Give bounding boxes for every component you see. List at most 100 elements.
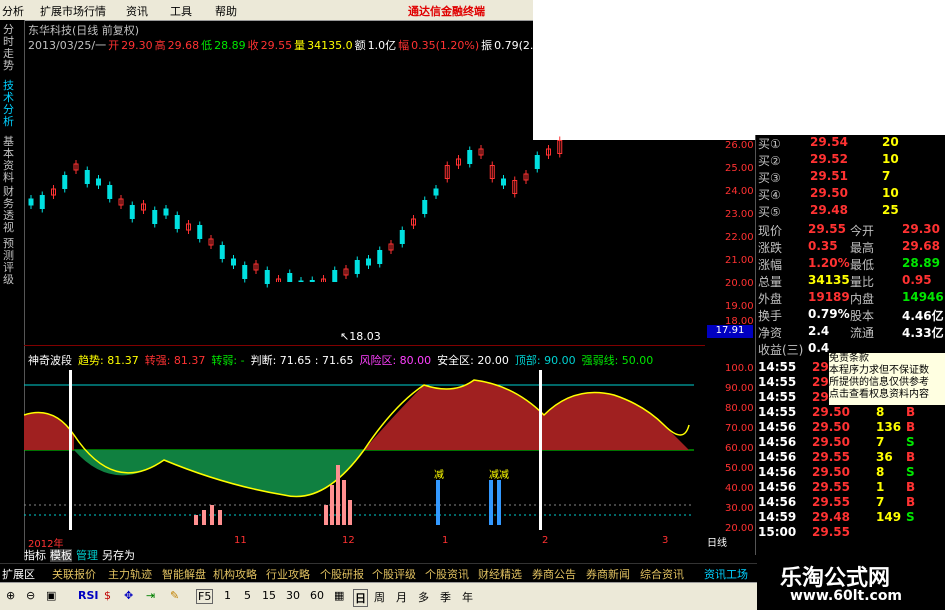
axis-tick: 19.00 bbox=[725, 301, 754, 312]
indicator-chart[interactable]: 减 减减 bbox=[24, 365, 705, 535]
vol-value: 34135.0 bbox=[307, 39, 353, 52]
bid-volume: 20 bbox=[882, 135, 899, 149]
x-tick: 2 bbox=[542, 535, 549, 546]
tab-basic-info[interactable]: 基本资料 bbox=[3, 136, 19, 184]
window-icon[interactable]: ▣ bbox=[46, 589, 56, 602]
tick-row: 15:00 29.55 bbox=[758, 525, 944, 542]
period-1[interactable]: 1 bbox=[224, 589, 231, 602]
period-30[interactable]: 30 bbox=[286, 589, 300, 602]
link-item[interactable]: 行业攻略 bbox=[266, 566, 310, 582]
zoom-icon[interactable]: ⊕ bbox=[6, 589, 15, 602]
link-item[interactable]: 券商新闻 bbox=[586, 566, 630, 582]
amt-label: 额 bbox=[354, 39, 366, 52]
x-tick: 1 bbox=[442, 535, 449, 546]
bid-volume: 7 bbox=[882, 169, 891, 183]
candle-body bbox=[107, 185, 113, 199]
stat-label: 换手 bbox=[758, 309, 783, 323]
period-60[interactable]: 60 bbox=[310, 589, 324, 602]
menu-tools[interactable]: 工具 bbox=[170, 3, 192, 19]
period-15[interactable]: 15 bbox=[262, 589, 276, 602]
tooltip-line: 所提供的信息仅供参考 bbox=[829, 377, 929, 388]
link-item[interactable]: 关联报价 bbox=[52, 566, 96, 582]
tick-side: B bbox=[906, 450, 916, 464]
candle-body bbox=[96, 178, 101, 186]
link-item[interactable]: 财经精选 bbox=[478, 566, 522, 582]
period-multi[interactable]: 多 bbox=[418, 589, 429, 605]
pencil-icon[interactable]: ✎ bbox=[170, 589, 179, 602]
exit-icon[interactable]: ⇥ bbox=[146, 589, 155, 602]
link-item[interactable]: 扩展区 bbox=[2, 566, 35, 582]
period-week[interactable]: 周 bbox=[374, 589, 385, 605]
menu-help[interactable]: 帮助 bbox=[215, 3, 237, 19]
tick-side: B bbox=[906, 495, 916, 509]
tab-indicator[interactable]: 指标 bbox=[24, 549, 46, 562]
stat-label: 收益(三) bbox=[758, 343, 804, 357]
candle-body bbox=[354, 260, 360, 274]
period-5[interactable]: 5 bbox=[244, 589, 251, 602]
period-label[interactable]: 日线 bbox=[707, 534, 753, 549]
stat-label: 涨幅 bbox=[758, 258, 783, 272]
stat-label: 流通 bbox=[850, 326, 875, 340]
date-value: 2013/03/25/一 bbox=[28, 39, 107, 52]
candle-body bbox=[231, 258, 236, 266]
candle-body bbox=[129, 205, 135, 219]
bid-price: 29.48 bbox=[810, 203, 848, 217]
tab-save-as[interactable]: 另存为 bbox=[102, 549, 135, 562]
dollar-icon[interactable]: $ bbox=[104, 589, 111, 602]
candlestick-chart[interactable] bbox=[24, 52, 705, 344]
bid-row: 买② 29.52 10 bbox=[758, 152, 944, 169]
link-item[interactable]: 资讯工场 bbox=[704, 566, 748, 582]
f5-button[interactable]: F5 bbox=[196, 589, 214, 604]
axis-tick: 25.00 bbox=[725, 163, 754, 174]
link-item[interactable]: 机构攻略 bbox=[213, 566, 257, 582]
stat-value: 0.35 bbox=[808, 239, 838, 253]
stat-value: 0.79% bbox=[808, 307, 850, 321]
menu-info[interactable]: 资讯 bbox=[126, 3, 148, 19]
link-item[interactable]: 个股评级 bbox=[372, 566, 416, 582]
high-label: 高 bbox=[154, 39, 166, 52]
stat-value: 29.68 bbox=[902, 239, 940, 253]
tick-time: 14:59 bbox=[758, 510, 797, 524]
period-day[interactable]: 日 bbox=[353, 589, 368, 607]
menu-analysis[interactable]: 分析 bbox=[2, 3, 24, 19]
tab-template[interactable]: 模板 bbox=[50, 549, 72, 562]
stat-value: 14946 bbox=[902, 290, 944, 304]
marker-jian-1: 减 bbox=[434, 469, 444, 481]
x-axis: 2012年 11 12 1 2 3 bbox=[24, 535, 705, 550]
link-item[interactable]: 智能解盘 bbox=[162, 566, 206, 582]
tab-intraday[interactable]: 分时走势 bbox=[3, 24, 19, 72]
high-value: 29.68 bbox=[167, 39, 200, 52]
tick-price: 29.50 bbox=[812, 465, 850, 479]
tab-forecast[interactable]: 预测评级 bbox=[3, 238, 19, 286]
period-month[interactable]: 月 bbox=[396, 589, 407, 605]
link-item[interactable]: 个股资讯 bbox=[425, 566, 469, 582]
chart-icon[interactable]: ▦ bbox=[334, 589, 344, 602]
link-item[interactable]: 券商公告 bbox=[532, 566, 576, 582]
bid-label: 买① bbox=[758, 137, 781, 151]
link-item[interactable]: 综合资讯 bbox=[640, 566, 684, 582]
period-year[interactable]: 年 bbox=[462, 589, 473, 605]
stat-row: 总量 34135 量比 0.95 bbox=[758, 273, 944, 290]
candle-body bbox=[197, 225, 203, 239]
period-quarter[interactable]: 季 bbox=[440, 589, 451, 605]
watermark-url: www.60lt.com bbox=[790, 588, 903, 604]
divider bbox=[24, 345, 705, 346]
link-item[interactable]: 主力轨迹 bbox=[108, 566, 152, 582]
rsi-button[interactable]: RSI bbox=[78, 589, 99, 602]
tick-side: S bbox=[906, 510, 915, 524]
stat-value: 4.46亿 bbox=[902, 309, 944, 323]
move-icon[interactable]: ✥ bbox=[124, 589, 133, 602]
left-tab-strip: 分时走势 技术分析 基本资料 财务透视 预测评级 bbox=[0, 20, 25, 560]
link-item[interactable]: 个股研报 bbox=[320, 566, 364, 582]
tab-financial[interactable]: 财务透视 bbox=[3, 186, 19, 234]
bid-row: 买① 29.54 20 bbox=[758, 135, 944, 152]
disclaimer-tooltip[interactable]: 免责条款 本程序力求但不保证数 所提供的信息仅供参考 点击查看权息资料内容 bbox=[828, 352, 945, 406]
stat-value: 28.89 bbox=[902, 256, 940, 270]
stat-row: 涨幅 1.20% 最低 28.89 bbox=[758, 256, 944, 273]
zoom-out-icon[interactable]: ⊖ bbox=[26, 589, 35, 602]
tab-manage[interactable]: 管理 bbox=[76, 549, 98, 562]
menu-extended-market[interactable]: 扩展市场行情 bbox=[40, 3, 106, 19]
tab-technical[interactable]: 技术分析 bbox=[3, 80, 19, 128]
tooltip-line: 点击查看权息资料内容 bbox=[829, 389, 929, 400]
toolbar: ⊕ ⊖ ▣ RSI $ ✥ ⇥ ✎ F5 1 5 15 30 60 ▦ 日 周 … bbox=[0, 582, 757, 610]
